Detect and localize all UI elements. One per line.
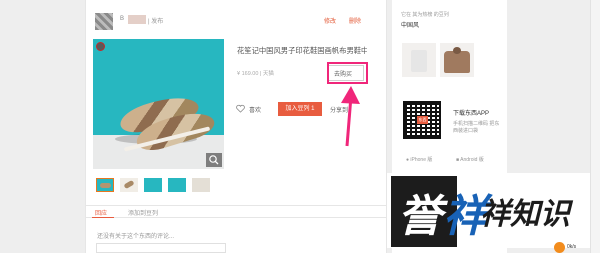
avatar[interactable] [95, 13, 113, 30]
comment-input[interactable] [96, 243, 226, 253]
app-description: 手机扫描二维码 把东西装进口袋 [453, 121, 500, 134]
empty-comments-text: 还没有关于这个东西的评论... [97, 234, 175, 240]
iphone-label: iPhone 版 [410, 157, 433, 163]
seal-icon [96, 42, 105, 51]
modify-link[interactable]: 修改 [324, 16, 336, 25]
related-item-image[interactable] [402, 43, 436, 77]
watermark-text: 祥知识 [480, 197, 570, 232]
scrollbar[interactable] [590, 0, 600, 253]
sidebar-list-link[interactable]: 中国风 [401, 20, 419, 29]
product-title[interactable]: 花笙记中国风男子印花鞋国画帆布男鞋中 [237, 46, 367, 56]
tab-replies[interactable]: 回应 [95, 208, 107, 217]
app-title[interactable]: 下载东西APP [453, 108, 489, 117]
qr-logo: 东西 [417, 116, 428, 124]
delete-link[interactable]: 删除 [349, 16, 361, 25]
watermark-char: 誉 [398, 191, 442, 242]
tab-underline [92, 217, 114, 218]
android-label: Android 版 [460, 157, 484, 163]
thumbnail[interactable] [168, 178, 186, 192]
add-to-list-button[interactable]: 加入豆列 1 [278, 102, 322, 116]
thumbnail[interactable] [144, 178, 162, 192]
speed-label: 0k/s [567, 244, 577, 250]
speed-icon [554, 242, 565, 253]
sidebar-source-label: 它在 其为热榜 的豆列 [401, 12, 449, 18]
product-image[interactable] [93, 39, 224, 169]
like-label[interactable]: 喜欢 [249, 105, 261, 114]
iphone-link[interactable]: ● iPhone 版 [406, 156, 432, 163]
thumbnail[interactable] [96, 178, 114, 192]
user-name-blur [128, 15, 146, 24]
product-price: ¥ 169.00 | 天猫 [237, 71, 274, 77]
user-name[interactable]: B [120, 16, 124, 22]
zoom-icon[interactable] [206, 153, 222, 167]
buy-button-label[interactable]: 去购买 [334, 69, 352, 78]
tab-add-to-list[interactable]: 添加到豆列 [128, 208, 158, 217]
thumbnail-strip [96, 178, 216, 192]
thumbnail[interactable] [120, 178, 138, 192]
publish-label: | 发布 [148, 19, 164, 25]
heart-icon[interactable] [236, 104, 245, 113]
android-link[interactable]: ■ Android 版 [456, 156, 484, 163]
related-item-image[interactable] [440, 43, 474, 77]
share-label[interactable]: 分享到 [330, 105, 348, 114]
thumbnail[interactable] [192, 178, 210, 192]
